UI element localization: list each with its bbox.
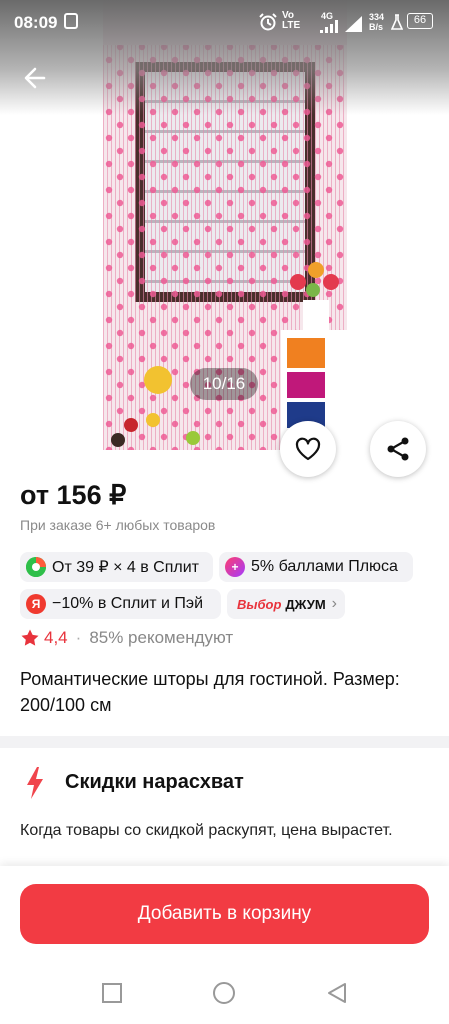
chevron-right-icon: › [331, 595, 337, 612]
signal-icon-2 [344, 15, 364, 38]
product-title: Романтические шторы для гостиной. Размер… [20, 669, 400, 715]
lightning-icon [24, 766, 46, 805]
star-icon [21, 629, 39, 646]
price-note: При заказе 6+ любых товаров [20, 517, 216, 533]
add-to-cart-button[interactable]: Добавить в корзину [20, 884, 429, 944]
recents-icon[interactable] [102, 983, 122, 1003]
rating-separator: · [75, 628, 82, 647]
plus-badge[interactable]: + 5% баллами Плюса [219, 552, 413, 582]
share-icon [387, 437, 409, 461]
section-divider [0, 736, 449, 748]
home-icon[interactable] [213, 982, 235, 1004]
signal-icon [319, 18, 343, 39]
status-time: 08:09 [14, 13, 58, 32]
flask-icon [390, 14, 404, 35]
app-notification-icon [64, 13, 78, 29]
split-badge-label: От 39 ₽ × 4 в Сплит [52, 559, 199, 576]
recommend-text: 85% рекомендуют [89, 628, 234, 647]
back-button[interactable] [18, 60, 54, 96]
heart-icon [295, 437, 321, 461]
rating-row[interactable]: 4,4 · 85% рекомендуют [20, 628, 233, 648]
split-icon [26, 557, 46, 577]
share-button[interactable] [370, 421, 426, 477]
plus-icon: + [225, 557, 245, 577]
plus-badge-label: 5% баллами Плюса [251, 558, 398, 575]
alarm-icon [258, 12, 278, 37]
split-badge[interactable]: От 39 ₽ × 4 в Сплит [20, 552, 213, 582]
sale-text: Когда товары со скидкой раскупят, цена в… [20, 822, 393, 839]
rating-value: 4,4 [44, 628, 68, 647]
price: от 156 ₽ [20, 480, 127, 510]
network-speed: 334 B/s [369, 12, 385, 32]
choice-brand: Выбор [237, 596, 282, 612]
sale-heading: Скидки нарасхват [65, 771, 244, 793]
pay-badge[interactable]: Я −10% в Сплит и Пэй [20, 589, 221, 619]
pay-badge-label: −10% в Сплит и Пэй [52, 595, 204, 612]
back-arrow-icon [24, 67, 46, 89]
system-nav-bar [0, 966, 449, 1024]
yandex-icon: Я [26, 594, 46, 614]
back-nav-icon[interactable] [326, 982, 348, 1009]
favorite-button[interactable] [280, 421, 336, 477]
choice-badge[interactable]: Выбор ДЖУМ › [227, 589, 345, 619]
gallery-counter: 10/16 [190, 368, 258, 400]
volte-label: Vo LTE [282, 10, 301, 31]
choice-name: ДЖУМ [285, 596, 326, 612]
status-bar: 08:09 Vo LTE 4G 334 B/s 66 [0, 0, 449, 44]
battery-icon: 66 [407, 13, 433, 29]
battery-level: 66 [413, 14, 427, 26]
